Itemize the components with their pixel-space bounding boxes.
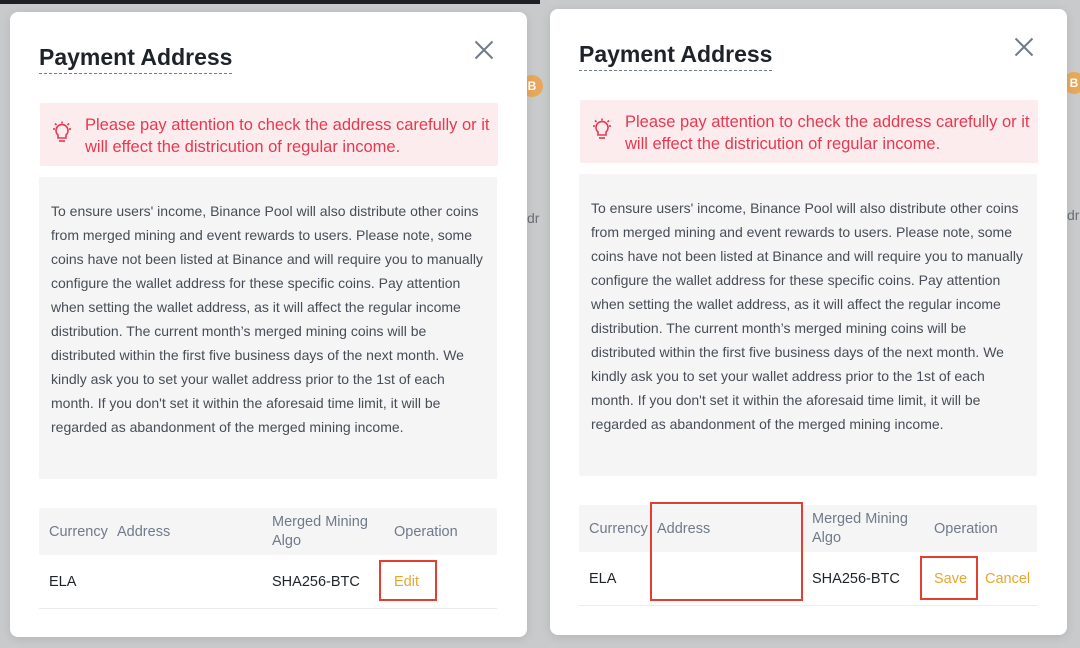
payment-address-modal: Payment Address Please pay attention to … (10, 12, 527, 637)
column-header-currency: Currency (49, 524, 108, 540)
close-icon[interactable] (1011, 34, 1037, 60)
warning-text: Please pay attention to check the addres… (85, 116, 490, 156)
save-highlight-frame (920, 556, 978, 600)
payment-address-modal: Payment Address Please pay attention to … (550, 9, 1067, 635)
table-header: Currency Address Merged Mining Algo Oper… (39, 508, 497, 555)
address-highlight-frame (650, 502, 803, 601)
info-text: To ensure users' income, Binance Pool wi… (591, 200, 1023, 432)
info-text: To ensure users' income, Binance Pool wi… (51, 203, 483, 435)
modal-title: Payment Address (579, 40, 773, 71)
modal-title: Payment Address (39, 43, 233, 74)
currency-cell: ELA (49, 574, 77, 590)
background-partial-text: dr (1067, 207, 1080, 223)
background-partial-text: dr (527, 210, 540, 226)
cancel-button[interactable]: Cancel (985, 571, 1030, 587)
column-header-algo: Merged Mining Algo (812, 511, 908, 546)
column-header-operation: Operation (394, 524, 458, 540)
algo-cell: SHA256-BTC (272, 574, 360, 590)
table-header: Currency Address Merged Mining Algo Oper… (579, 505, 1037, 552)
currency-cell: ELA (589, 571, 617, 587)
warning-box: Please pay attention to check the addres… (40, 103, 498, 166)
info-box: To ensure users' income, Binance Pool wi… (39, 177, 497, 479)
algo-cell: SHA256-BTC (812, 571, 900, 587)
top-bar (0, 0, 540, 4)
column-header-currency: Currency (589, 521, 648, 537)
warning-text: Please pay attention to check the addres… (625, 113, 1030, 153)
lightbulb-icon (593, 118, 611, 139)
column-header-address: Address (117, 524, 171, 540)
table-row: ELA SHA256-BTC Save Cancel (579, 552, 1037, 606)
info-box: To ensure users' income, Binance Pool wi… (579, 174, 1037, 476)
column-header-algo: Merged Mining Algo (272, 514, 368, 549)
warning-box: Please pay attention to check the addres… (580, 100, 1038, 163)
table-row: ELA SHA256-BTC Edit (39, 555, 497, 609)
column-header-operation: Operation (934, 521, 998, 537)
edit-highlight-frame (379, 560, 437, 601)
lightbulb-icon (53, 121, 71, 142)
close-icon[interactable] (471, 37, 497, 63)
